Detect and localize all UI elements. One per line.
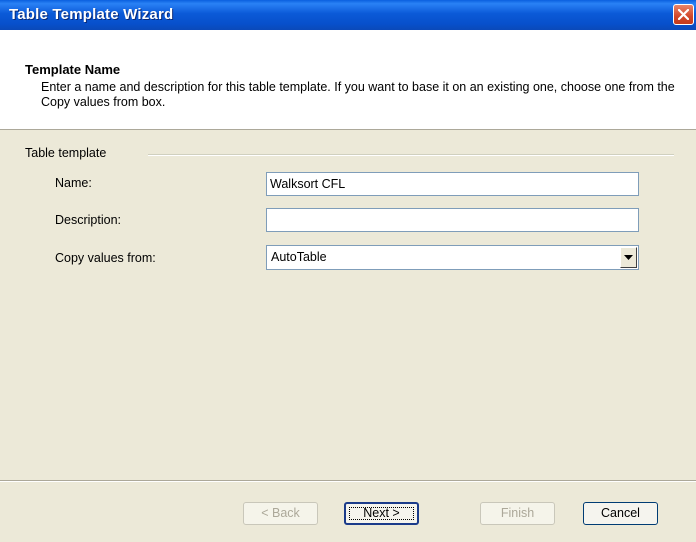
window-title: Table Template Wizard [9,6,174,23]
group-divider [148,154,674,156]
finish-button[interactable]: Finish [480,502,555,525]
wizard-header: Template Name Enter a name and descripti… [0,30,696,130]
wizard-dialog: Table Template Wizard Template Name Ente… [0,0,696,542]
group-label: Table template [25,146,111,160]
title-bar[interactable]: Table Template Wizard [0,0,696,30]
next-button[interactable]: Next > [344,502,419,525]
back-button[interactable]: < Back [243,502,318,525]
cancel-button[interactable]: Cancel [583,502,658,525]
close-button[interactable] [673,4,694,25]
name-input[interactable]: Walksort CFL [266,172,639,196]
description-label: Description: [55,213,121,227]
copy-values-select[interactable]: AutoTable [266,245,639,270]
page-description: Enter a name and description for this ta… [41,80,675,109]
name-label: Name: [55,176,92,190]
focus-rect [349,507,414,520]
dropdown-button[interactable] [620,247,637,268]
copy-values-value: AutoTable [271,250,327,264]
close-icon [678,9,689,20]
chevron-down-icon [624,255,633,260]
description-input[interactable] [266,208,639,232]
footer-divider [0,480,696,482]
copy-values-label: Copy values from: [55,251,156,265]
page-title: Template Name [25,62,121,77]
